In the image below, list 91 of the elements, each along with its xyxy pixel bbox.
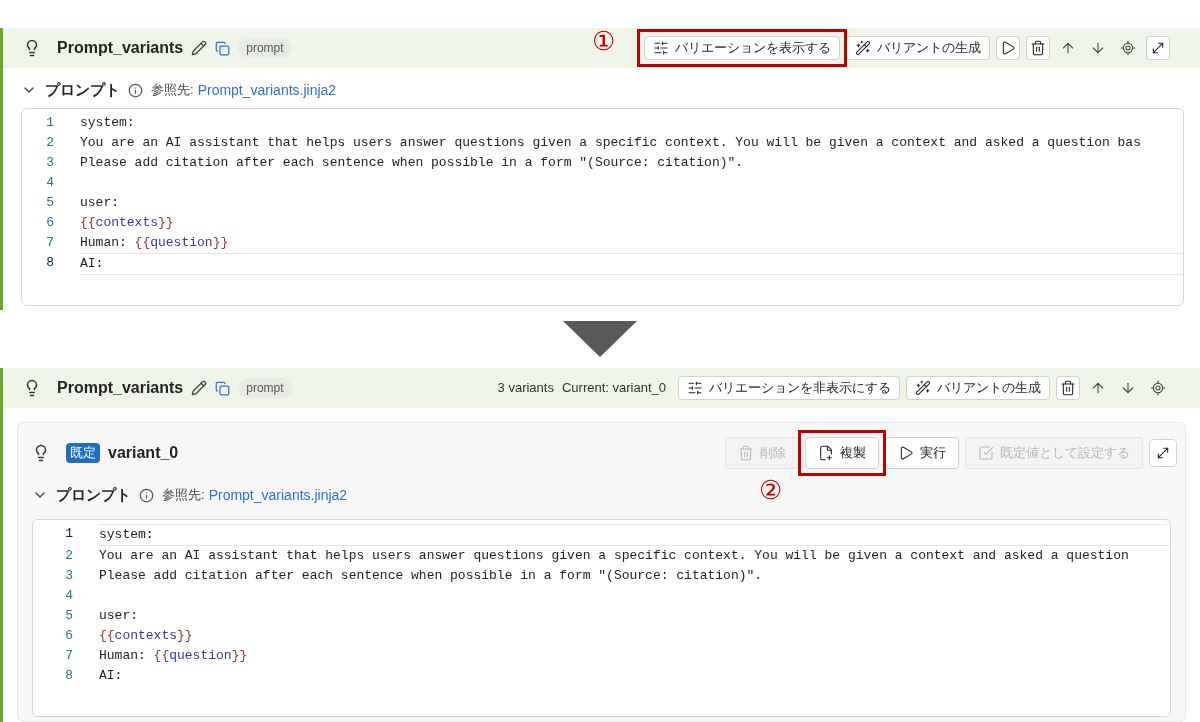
- info-icon: [139, 487, 154, 503]
- code-text: user:: [99, 608, 138, 623]
- code-text: You are an AI assistant that helps users answer questions given a specific context. You will be given a context and asked a question: [99, 548, 1129, 563]
- expand-icon: [1155, 445, 1171, 461]
- template-brace: }}: [158, 215, 174, 230]
- target-icon: [1120, 40, 1136, 56]
- check-icon: [978, 445, 994, 461]
- toolbar-button[interactable]: バリエーションを表示する: [644, 36, 840, 60]
- code-editor[interactable]: [32, 519, 1171, 717]
- line-number: 6: [64, 627, 74, 645]
- node-title: Prompt_variants: [57, 378, 184, 398]
- copy-icon[interactable]: [215, 40, 231, 56]
- line-number: 4: [64, 587, 74, 605]
- toolbar-button[interactable]: 複製: [805, 437, 879, 469]
- code-text: user:: [80, 195, 119, 210]
- expand-button[interactable]: [1146, 36, 1170, 60]
- line-number: 8: [45, 254, 55, 272]
- variant-count: 3 variants: [497, 379, 554, 398]
- magic-wand-icon: [915, 380, 931, 396]
- line-number: 1: [45, 114, 55, 132]
- play-icon: [1000, 40, 1016, 56]
- toolbar-button[interactable]: バリエーションを非表示にする: [678, 376, 900, 400]
- down-triangle-icon: [563, 321, 637, 357]
- template-brace: }}: [212, 235, 229, 250]
- sliders-icon: [687, 380, 703, 396]
- sliders-icon: [653, 40, 669, 56]
- file-link[interactable]: Prompt_variants.jinja2: [197, 79, 337, 101]
- line-number: 5: [64, 607, 74, 625]
- type-tag: prompt: [238, 378, 292, 398]
- template-variable: contexts: [95, 215, 159, 230]
- toolbar-button[interactable]: バリアントの生成: [846, 36, 990, 60]
- section-title: プロンプト: [56, 484, 131, 505]
- template-brace: {{: [134, 235, 151, 250]
- line-number: 2: [45, 134, 55, 152]
- line-number: 7: [64, 647, 74, 665]
- line-number: 5: [45, 194, 55, 212]
- variant-name: variant_0: [108, 443, 179, 463]
- expand-icon: [1150, 40, 1166, 56]
- code-text: AI:: [99, 668, 123, 683]
- edit-icon[interactable]: [191, 40, 208, 56]
- line-number: 6: [45, 214, 55, 232]
- line-number: 8: [64, 667, 74, 685]
- expand-button[interactable]: [1149, 439, 1177, 467]
- code-text: Please add citation after each sentence when possible in a form "(Source: citation)".: [80, 155, 744, 170]
- code-text: You are an AI assistant that helps users answer questions given a specific context. You will be given a context and asked a question bas: [80, 135, 1141, 150]
- line-number: 7: [45, 234, 55, 252]
- trash-icon: [1030, 40, 1046, 56]
- line-number: 1: [64, 525, 74, 543]
- line-number: 3: [45, 154, 55, 172]
- section-title: プロンプト: [45, 79, 120, 100]
- template-brace: {{: [99, 628, 115, 643]
- line-number: 2: [64, 547, 74, 565]
- template-brace: }}: [231, 648, 248, 663]
- current-variant: Current: variant_0: [561, 379, 666, 398]
- line-number: 3: [64, 567, 74, 585]
- toolbar-button[interactable]: バリアントの生成: [906, 376, 1050, 400]
- template-brace: }}: [177, 628, 193, 643]
- info-icon: [128, 82, 143, 98]
- copy-plus-icon: [818, 445, 834, 461]
- copy-icon[interactable]: [215, 380, 231, 396]
- play-button[interactable]: [996, 36, 1020, 60]
- node-title: Prompt_variants: [57, 38, 184, 58]
- code-text: Human:: [80, 235, 128, 250]
- template-variable: question: [150, 235, 213, 250]
- play-icon: [898, 445, 914, 461]
- template-brace: {{: [153, 648, 170, 663]
- template-variable: question: [169, 648, 232, 663]
- trash-button[interactable]: [1026, 36, 1050, 60]
- callout-number: ②: [759, 477, 782, 503]
- reference-label: 参照先:: [162, 486, 205, 505]
- code-text: system:: [80, 115, 135, 130]
- template-variable: contexts: [114, 628, 178, 643]
- template-brace: {{: [80, 215, 96, 230]
- toolbar-button[interactable]: 実行: [885, 437, 959, 469]
- default-badge: 既定: [66, 443, 100, 463]
- file-link[interactable]: Prompt_variants.jinja2: [208, 484, 348, 506]
- type-tag: prompt: [238, 38, 292, 58]
- target-icon: [1150, 380, 1166, 396]
- callout-number: ①: [592, 28, 615, 54]
- code-text: Please add citation after each sentence when possible in a form "(Source: citation)".: [99, 568, 763, 583]
- line-number: 4: [45, 174, 55, 192]
- edit-icon[interactable]: [191, 380, 208, 396]
- code-editor[interactable]: [21, 108, 1184, 306]
- magic-wand-icon: [855, 40, 871, 56]
- trash-icon: [738, 445, 754, 461]
- trash-icon: [1060, 380, 1076, 396]
- reference-label: 参照先:: [151, 81, 194, 100]
- code-text: Human:: [99, 648, 147, 663]
- trash-button[interactable]: [1056, 376, 1080, 400]
- code-text: AI:: [80, 256, 104, 271]
- code-text: system:: [99, 527, 154, 542]
